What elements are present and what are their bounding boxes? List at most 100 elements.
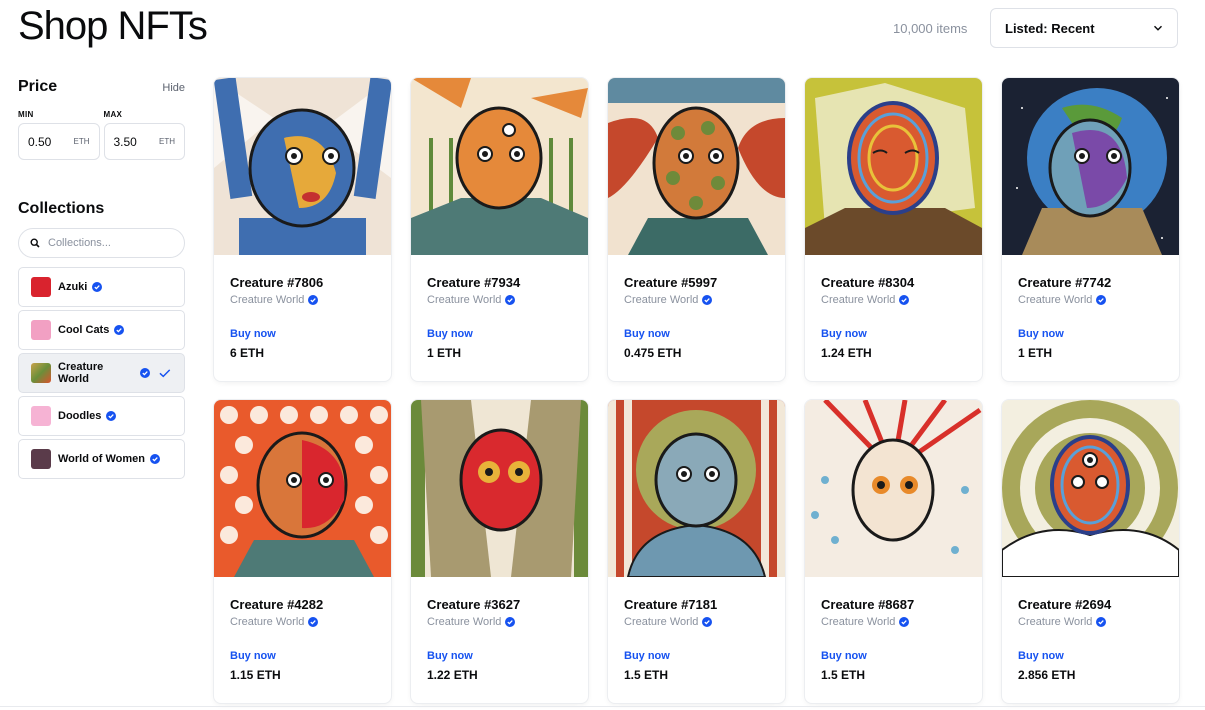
nft-collection-label: Creature World [624, 294, 699, 306]
collections-title: Collections [18, 200, 105, 217]
sort-dropdown[interactable]: Listed: Recent [990, 8, 1178, 48]
doodles-thumb [31, 406, 51, 426]
max-price-value: 3.50 [113, 134, 137, 149]
collection-item-cool-cats[interactable]: Cool Cats [18, 310, 185, 350]
verified-badge-icon [505, 617, 516, 627]
nft-collection: Creature World [624, 616, 769, 628]
min-price-value: 0.50 [28, 134, 52, 149]
search-icon [30, 238, 40, 248]
buy-now-link[interactable]: Buy now [821, 328, 966, 340]
nft-collection: Creature World [427, 616, 572, 628]
nft-image [214, 78, 391, 255]
buy-now-link[interactable]: Buy now [821, 650, 966, 662]
nft-card[interactable]: Creature #2694 Creature World Buy now 2.… [1002, 400, 1179, 703]
nft-card[interactable]: Creature #8304 Creature World Buy now 1.… [805, 78, 982, 381]
verified-badge-icon [1096, 295, 1107, 305]
buy-now-link[interactable]: Buy now [1018, 328, 1163, 340]
nft-card[interactable]: Creature #5997 Creature World Buy now 0.… [608, 78, 785, 381]
collection-item-azuki[interactable]: Azuki [18, 267, 185, 307]
nft-title: Creature #7806 [230, 275, 324, 290]
nft-price: 0.475 ETH [624, 346, 682, 360]
verified-badge-icon [308, 617, 319, 627]
nft-image [1002, 400, 1179, 577]
divider [0, 706, 1205, 707]
price-range: MIN 0.50 ETH MAX 3.50 ETH [18, 110, 185, 160]
buy-now-link[interactable]: Buy now [1018, 650, 1163, 662]
creature-world-thumb [31, 363, 51, 383]
nft-collection-label: Creature World [1018, 294, 1093, 306]
verified-badge-icon [702, 617, 713, 627]
nft-collection: Creature World [821, 616, 966, 628]
nft-image [1002, 78, 1179, 255]
nft-collection-label: Creature World [1018, 616, 1093, 628]
verified-badge-icon [505, 295, 516, 305]
hide-price-button[interactable]: Hide [162, 82, 185, 94]
nft-image [214, 400, 391, 577]
items-count: 10,000 items [893, 21, 968, 36]
min-price-input[interactable]: 0.50 ETH [18, 123, 100, 160]
nft-price: 2.856 ETH [1018, 668, 1076, 682]
azuki-thumb [31, 277, 51, 297]
collection-item-creature-world[interactable]: Creature World [18, 353, 185, 393]
nft-card[interactable]: Creature #7181 Creature World Buy now 1.… [608, 400, 785, 703]
buy-now-link[interactable]: Buy now [427, 328, 572, 340]
chevron-down-icon [1154, 25, 1162, 31]
nft-card[interactable]: Creature #4282 Creature World Buy now 1.… [214, 400, 391, 703]
nft-image [411, 78, 588, 255]
verified-badge-icon [308, 295, 319, 305]
nft-image [608, 400, 785, 577]
verified-badge-icon [899, 617, 910, 627]
nft-price: 1.15 ETH [230, 668, 281, 682]
collections-search-input[interactable]: Collections... [18, 228, 185, 258]
nft-collection-label: Creature World [427, 616, 502, 628]
cool-cats-thumb [31, 320, 51, 340]
max-price-unit: ETH [159, 137, 175, 146]
collection-item-label: World of Women [58, 453, 145, 465]
nft-price: 1.24 ETH [821, 346, 872, 360]
verified-badge-icon [92, 282, 103, 292]
collection-item-label: Cool Cats [58, 324, 110, 336]
verified-badge-icon [140, 368, 151, 378]
filter-sidebar: Price Hide MIN 0.50 ETH MAX 3.50 ETH Col… [18, 78, 185, 482]
nft-price: 1 ETH [1018, 346, 1053, 360]
collections-search-placeholder: Collections... [48, 237, 111, 249]
verified-badge-icon [106, 411, 117, 421]
nft-grid: Creature #7806 Creature World Buy now 6 … [214, 78, 1179, 703]
collection-item-world-of-women[interactable]: World of Women [18, 439, 185, 479]
buy-now-link[interactable]: Buy now [624, 650, 769, 662]
buy-now-link[interactable]: Buy now [230, 650, 375, 662]
checkmark-icon [159, 369, 171, 378]
nft-title: Creature #7934 [427, 275, 521, 290]
collections-list: Azuki Cool Cats Creature World Doodles W… [18, 267, 185, 479]
nft-price: 1 ETH [427, 346, 462, 360]
buy-now-link[interactable]: Buy now [624, 328, 769, 340]
nft-card[interactable]: Creature #8687 Creature World Buy now 1.… [805, 400, 982, 703]
world-of-women-thumb [31, 449, 51, 469]
max-price-input[interactable]: 3.50 ETH [103, 123, 185, 160]
nft-title: Creature #3627 [427, 597, 521, 612]
nft-card[interactable]: Creature #7742 Creature World Buy now 1 … [1002, 78, 1179, 381]
nft-card[interactable]: Creature #7806 Creature World Buy now 6 … [214, 78, 391, 381]
verified-badge-icon [899, 295, 910, 305]
max-label: MAX [103, 110, 123, 119]
buy-now-link[interactable]: Buy now [427, 650, 572, 662]
nft-card[interactable]: Creature #7934 Creature World Buy now 1 … [411, 78, 588, 381]
page-title: Shop NFTs [18, 4, 208, 48]
collection-item-label: Doodles [58, 410, 102, 422]
nft-collection: Creature World [427, 294, 572, 306]
nft-collection: Creature World [230, 616, 375, 628]
nft-image [411, 400, 588, 577]
nft-card[interactable]: Creature #3627 Creature World Buy now 1.… [411, 400, 588, 703]
nft-collection-label: Creature World [624, 616, 699, 628]
price-header: Price Hide [18, 78, 185, 96]
buy-now-link[interactable]: Buy now [230, 328, 375, 340]
collection-item-doodles[interactable]: Doodles [18, 396, 185, 436]
nft-title: Creature #7181 [624, 597, 718, 612]
nft-image [805, 78, 982, 255]
nft-title: Creature #4282 [230, 597, 324, 612]
nft-price: 1.5 ETH [821, 668, 866, 682]
nft-price: 1.22 ETH [427, 668, 478, 682]
nft-price: 1.5 ETH [624, 668, 669, 682]
verified-badge-icon [149, 454, 160, 464]
nft-collection-label: Creature World [821, 616, 896, 628]
